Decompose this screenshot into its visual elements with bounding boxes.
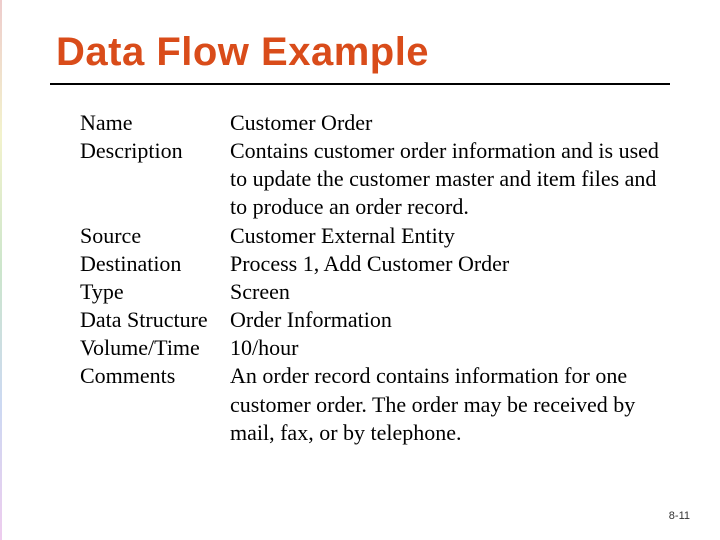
row-volume-time: Volume/Time 10/hour bbox=[80, 334, 670, 362]
slide: Data Flow Example Name Customer Order De… bbox=[0, 0, 720, 540]
value-volume-time: 10/hour bbox=[230, 334, 670, 362]
row-source: Source Customer External Entity bbox=[80, 222, 670, 250]
label-name: Name bbox=[80, 109, 230, 137]
row-data-structure: Data Structure Order Information bbox=[80, 306, 670, 334]
value-comments: An order record contains information for… bbox=[230, 362, 670, 446]
definition-list: Name Customer Order Description Contains… bbox=[50, 109, 670, 447]
label-data-structure: Data Structure bbox=[80, 306, 230, 334]
label-source: Source bbox=[80, 222, 230, 250]
value-name: Customer Order bbox=[230, 109, 670, 137]
value-data-structure: Order Information bbox=[230, 306, 670, 334]
slide-number: 8-11 bbox=[669, 510, 690, 522]
label-comments: Comments bbox=[80, 362, 230, 446]
value-destination: Process 1, Add Customer Order bbox=[230, 250, 670, 278]
slide-title: Data Flow Example bbox=[56, 30, 670, 75]
decorative-edge bbox=[0, 0, 2, 540]
label-destination: Destination bbox=[80, 250, 230, 278]
row-description: Description Contains customer order info… bbox=[80, 137, 670, 221]
label-type: Type bbox=[80, 278, 230, 306]
row-type: Type Screen bbox=[80, 278, 670, 306]
title-rule bbox=[50, 83, 670, 85]
row-name: Name Customer Order bbox=[80, 109, 670, 137]
label-volume-time: Volume/Time bbox=[80, 334, 230, 362]
value-description: Contains customer order information and … bbox=[230, 137, 670, 221]
label-description: Description bbox=[80, 137, 230, 221]
value-source: Customer External Entity bbox=[230, 222, 670, 250]
value-type: Screen bbox=[230, 278, 670, 306]
row-comments: Comments An order record contains inform… bbox=[80, 362, 670, 446]
row-destination: Destination Process 1, Add Customer Orde… bbox=[80, 250, 670, 278]
